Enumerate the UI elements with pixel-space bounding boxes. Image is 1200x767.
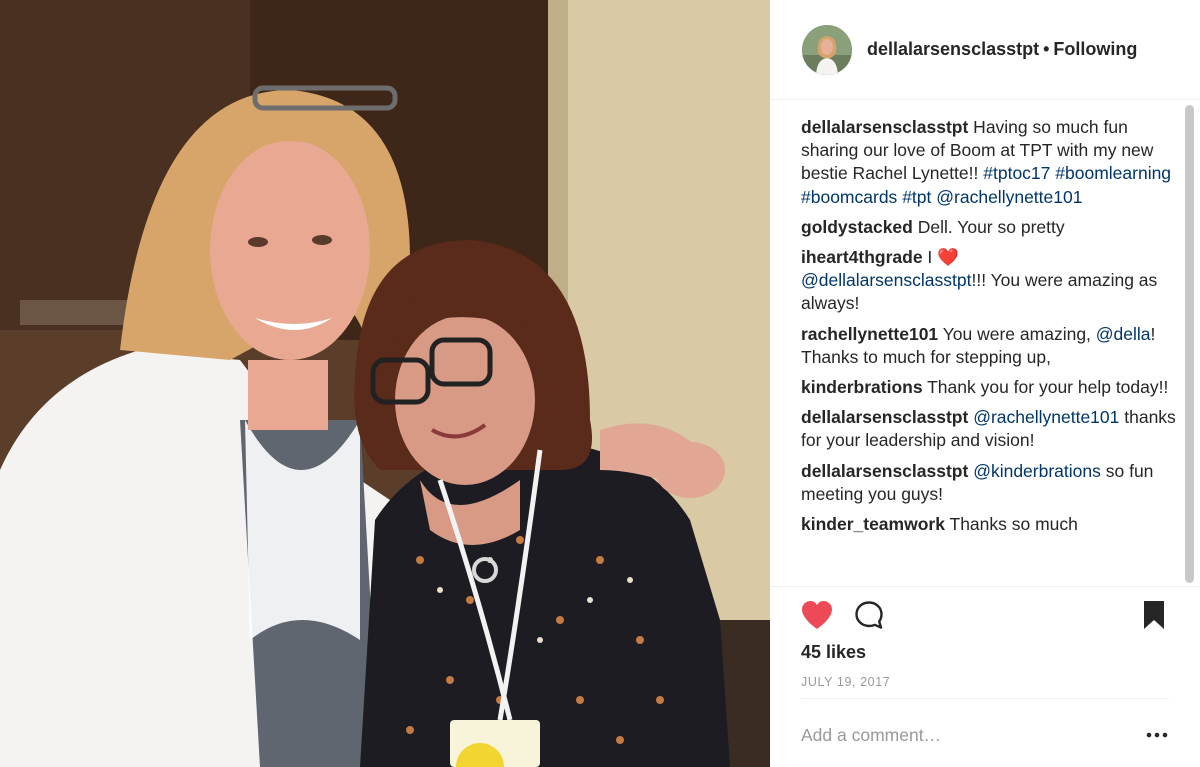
comment-username[interactable]: iheart4thgrade bbox=[801, 247, 923, 267]
hashtag-link[interactable]: #boomlearning bbox=[1055, 163, 1171, 183]
comment-item: dellalarsensclasstpt @rachellynette101 t… bbox=[801, 406, 1176, 452]
avatar[interactable] bbox=[802, 25, 852, 75]
mention-link[interactable]: @rachellynette101 bbox=[936, 187, 1082, 207]
comment-username[interactable]: kinder_teamwork bbox=[801, 514, 945, 534]
separator-dot: • bbox=[1043, 39, 1050, 59]
comment-text: I bbox=[922, 247, 938, 268]
comment-username[interactable]: dellalarsensclasstpt bbox=[801, 461, 968, 481]
action-bar bbox=[770, 586, 1200, 642]
comment-text: Thanks so much bbox=[944, 514, 1078, 535]
mention-link[interactable]: @kinderbrations bbox=[973, 461, 1101, 481]
comment-username[interactable]: goldystacked bbox=[801, 217, 913, 237]
post-photo[interactable] bbox=[0, 0, 770, 767]
heart-icon[interactable] bbox=[801, 600, 833, 630]
username-link[interactable]: dellalarsensclasstpt bbox=[867, 39, 1039, 59]
caption-username[interactable]: dellalarsensclasstpt bbox=[801, 117, 968, 137]
bookmark-icon[interactable] bbox=[1142, 600, 1166, 630]
comment-username[interactable]: kinderbrations bbox=[801, 377, 923, 397]
post-date[interactable]: JULY 19, 2017 bbox=[801, 675, 890, 689]
likes-count[interactable]: 45 likes bbox=[801, 642, 866, 663]
comment-username[interactable]: dellalarsensclasstpt bbox=[801, 407, 968, 427]
mention-link[interactable]: @della bbox=[1096, 324, 1151, 344]
comments-scrollbar[interactable] bbox=[1182, 100, 1196, 586]
hashtag-link[interactable]: #tpt bbox=[902, 187, 931, 207]
mention-link[interactable]: @rachellynette101 bbox=[973, 407, 1119, 427]
heart-emoji-icon: ❤️ bbox=[937, 247, 959, 268]
mention-link[interactable]: @dellalarsensclasstpt bbox=[801, 270, 971, 290]
more-options-icon[interactable] bbox=[1145, 727, 1169, 743]
comment-text: Dell. Your so pretty bbox=[912, 216, 1065, 237]
comment-item: goldystacked Dell. Your so pretty bbox=[801, 216, 1176, 239]
post-header: dellalarsensclasstpt • Following bbox=[770, 0, 1200, 100]
avatar-image bbox=[802, 25, 852, 75]
caption: dellalarsensclasstpt Having so much fun … bbox=[801, 116, 1176, 209]
comment-bubble-icon[interactable] bbox=[854, 600, 884, 630]
comment-item: kinder_teamwork Thanks so much bbox=[801, 513, 1176, 536]
add-comment-bar bbox=[801, 698, 1169, 767]
hashtag-link[interactable]: #boomcards bbox=[801, 187, 897, 207]
comment-item: kinderbrations Thank you for your help t… bbox=[801, 376, 1176, 399]
following-button[interactable]: Following bbox=[1053, 39, 1137, 59]
photo-illustration bbox=[0, 0, 770, 767]
add-comment-input[interactable] bbox=[801, 723, 1101, 747]
comment-text: Thank you for your help today!! bbox=[922, 377, 1169, 398]
comment-username[interactable]: rachellynette101 bbox=[801, 324, 938, 344]
header-line: dellalarsensclasstpt • Following bbox=[867, 39, 1137, 60]
comment-item: iheart4thgrade I ❤️ @dellalarsensclasstpt… bbox=[801, 246, 1176, 316]
comment-item: rachellynette101 You were amazing, @dell… bbox=[801, 323, 1176, 369]
post-detail-panel: dellalarsensclasstpt • Following dellalars… bbox=[770, 0, 1200, 767]
scrollbar-thumb[interactable] bbox=[1185, 105, 1194, 583]
hashtag-link[interactable]: #tptoc17 bbox=[983, 163, 1050, 183]
comments-list: dellalarsensclasstpt Having so much fun … bbox=[801, 116, 1176, 588]
comment-item: dellalarsensclasstpt @kinderbrations so … bbox=[801, 460, 1176, 506]
comment-text: You were amazing, bbox=[938, 323, 1096, 344]
